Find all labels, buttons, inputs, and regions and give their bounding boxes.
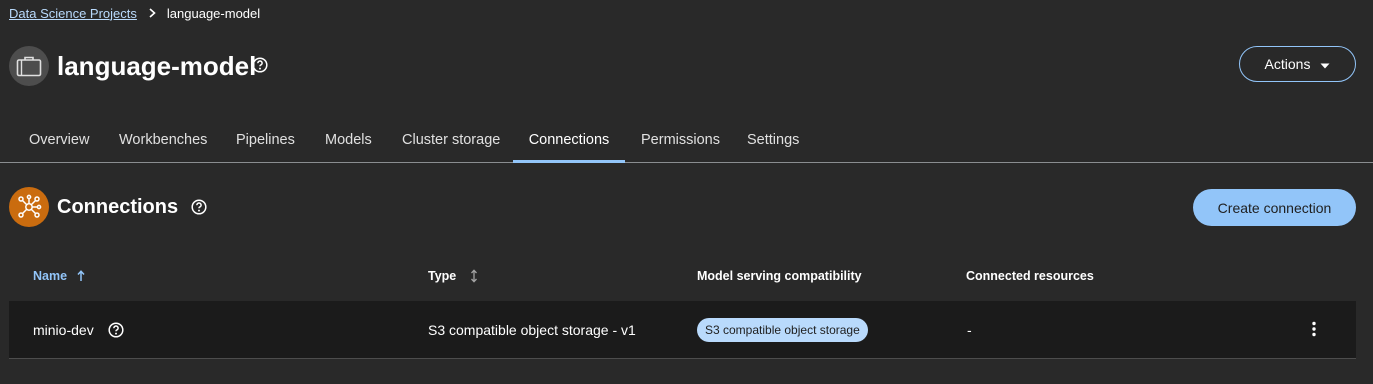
tab-pipelines[interactable]: Pipelines [220,118,311,162]
column-header-type[interactable]: Type [428,266,478,286]
connections-network-icon [9,187,49,227]
question-circle-icon[interactable] [108,322,124,338]
arrow-up-icon [77,270,85,282]
question-circle-icon[interactable] [251,56,269,74]
breadcrumb: Data Science Projects language-model [9,5,260,21]
cell-type: S3 compatible object storage - v1 [428,322,636,338]
section-title: Connections [57,196,179,218]
chevron-right-icon [149,5,157,21]
breadcrumb-current: language-model [166,5,261,21]
column-header-model-serving-compatibility: Model serving compatibility [697,269,862,283]
caret-down-icon [1320,56,1330,72]
page-title: language-model [57,51,257,81]
connection-name: minio-dev [33,322,94,338]
column-header-label: Type [428,269,457,283]
tab-permissions[interactable]: Permissions [625,118,736,162]
tab-cluster-storage[interactable]: Cluster storage [386,118,516,162]
actions-label: Actions [1264,56,1311,72]
column-header-connected-resources: Connected resources [966,269,1094,283]
cell-name: minio-dev [33,301,124,359]
tab-settings[interactable]: Settings [731,118,815,162]
actions-button[interactable]: Actions [1239,46,1356,82]
project-tabs: Overview Workbenches Pipelines Models Cl… [0,118,1373,163]
column-header-name[interactable]: Name [33,266,85,286]
column-header-label: Name [33,269,68,283]
cell-connected-resources: - [967,322,972,338]
kebab-menu-icon[interactable] [1305,317,1323,341]
table-row: minio-dev S3 compatible object storage -… [9,301,1356,359]
briefcase-icon [9,46,49,86]
breadcrumb-link-data-science-projects[interactable]: Data Science Projects [9,6,137,21]
question-circle-icon[interactable] [190,198,208,216]
cell-model-serving-compatibility: S3 compatible object storage [697,301,868,359]
tab-workbenches[interactable]: Workbenches [103,118,223,162]
tab-overview[interactable]: Overview [13,118,105,162]
arrows-alt-v-icon [470,269,478,283]
create-connection-button[interactable]: Create connection [1193,189,1356,226]
tab-connections[interactable]: Connections [513,118,625,163]
compatibility-badge: S3 compatible object storage [697,318,868,342]
tab-models[interactable]: Models [309,118,388,162]
